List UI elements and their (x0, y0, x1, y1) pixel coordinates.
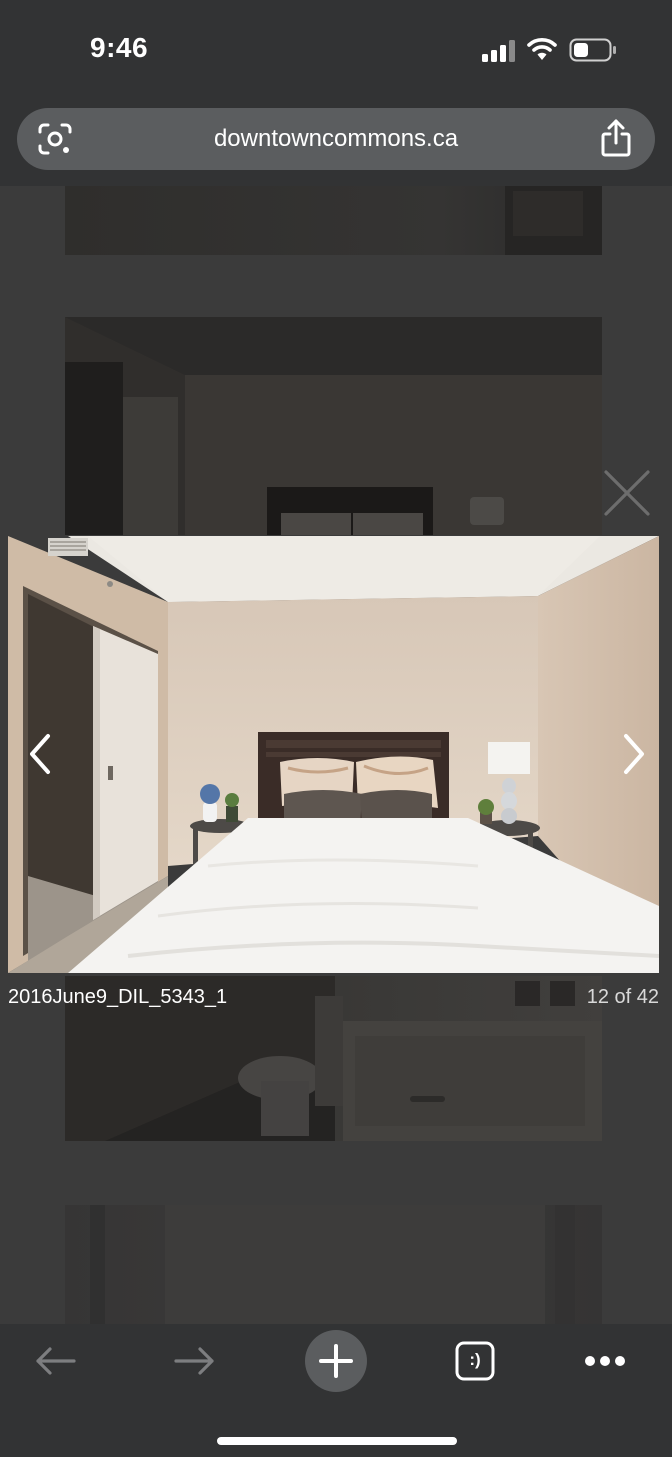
url-text[interactable]: downtowncommons.ca (17, 125, 655, 153)
home-indicator (217, 1437, 457, 1445)
cellular-signal-icon (482, 40, 515, 62)
gallery-thumbnail[interactable] (65, 186, 602, 255)
gallery-thumbnail[interactable] (65, 317, 602, 535)
gallery-thumbnail[interactable] (65, 1205, 602, 1324)
lightbox-photo (8, 536, 659, 973)
close-icon[interactable] (603, 469, 651, 517)
bedroom-photo (8, 536, 659, 973)
share-icon[interactable] (599, 119, 633, 157)
tab-switcher-button[interactable]: :) (455, 1341, 495, 1381)
tab-switcher-label: :) (469, 1350, 481, 1369)
thumbnail-image (505, 186, 602, 255)
photo-caption: 2016June9_DIL_5343_1 (8, 986, 228, 1008)
battery-icon (569, 38, 616, 62)
thumbnail-image (65, 317, 602, 535)
gallery-page: 2016June9_DIL_5343_1 12 of 42 (0, 186, 672, 1324)
forward-arrow-icon[interactable] (174, 1346, 216, 1376)
status-time: 9:46 (90, 32, 149, 63)
back-arrow-icon[interactable] (34, 1346, 76, 1376)
new-tab-plus-icon[interactable] (305, 1330, 367, 1392)
status-bar: 9:46 (0, 0, 672, 100)
wifi-icon (527, 38, 557, 60)
thumbnail-image (90, 1205, 575, 1324)
photo-counter: 12 of 42 (586, 986, 659, 1008)
address-bar[interactable]: downtowncommons.ca (17, 108, 655, 170)
browser-address-area: downtowncommons.ca (0, 100, 672, 186)
more-options-icon[interactable] (584, 1355, 626, 1367)
